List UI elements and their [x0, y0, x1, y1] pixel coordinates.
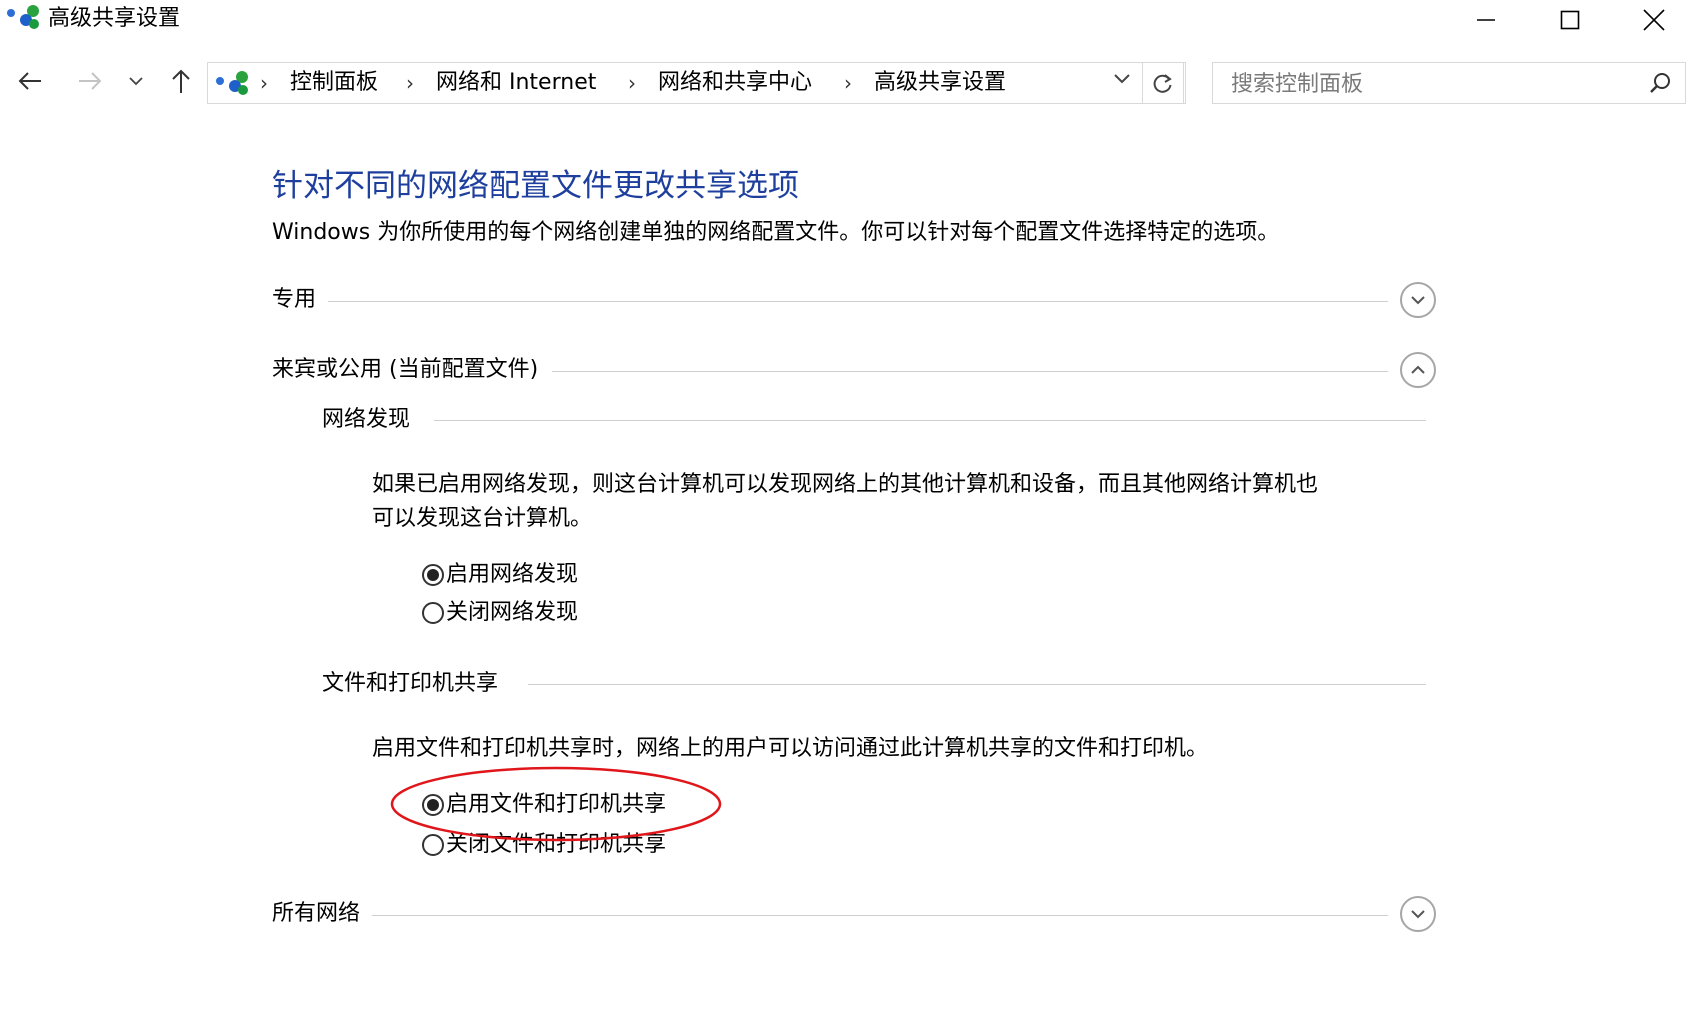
section-title-all-networks: 所有网络 — [272, 896, 373, 932]
radio-label: 启用网络发现 — [446, 562, 579, 587]
section-title-private: 专用 — [272, 282, 329, 318]
subsection-divider — [528, 684, 1426, 685]
minimize-icon — [1477, 19, 1495, 21]
network-app-icon — [7, 5, 39, 29]
subsection-network-discovery: 网络发现 — [322, 402, 1426, 438]
up-arrow-icon — [172, 69, 190, 93]
subsection-title-file-printer-sharing: 文件和打印机共享 — [322, 666, 513, 702]
page-title: 针对不同的网络配置文件更改共享选项 — [272, 168, 799, 204]
section-all-networks[interactable]: 所有网络 — [272, 896, 1436, 936]
section-divider — [312, 301, 1388, 302]
close-icon — [1643, 9, 1665, 31]
section-title-guest-public: 来宾或公用 (当前配置文件) — [272, 352, 551, 388]
network-discovery-description: 如果已启用网络发现，则这台计算机可以发现网络上的其他计算机和设备，而且其他网络计… — [372, 468, 1432, 536]
breadcrumb-network-sharing-center[interactable]: 网络和共享中心 — [658, 68, 812, 98]
radio-enable-network-discovery[interactable]: 启用网络发现 — [422, 558, 578, 592]
expand-button[interactable] — [1400, 282, 1436, 318]
forward-arrow-icon — [79, 72, 102, 90]
section-divider — [368, 915, 1388, 916]
radio-disable-network-discovery[interactable]: 关闭网络发现 — [422, 596, 578, 630]
advanced-sharing-settings-window: 高级共享设置 › 控制面板 › 网络和 Internet › 网络和共享中心 ›… — [0, 0, 1688, 1016]
radio-button[interactable] — [422, 834, 444, 856]
chevron-down-icon — [129, 77, 143, 86]
breadcrumb-separator-icon: › — [406, 71, 414, 95]
chevron-down-icon — [1411, 910, 1425, 919]
radio-label: 关闭文件和打印机共享 — [446, 832, 667, 857]
forward-button[interactable] — [74, 64, 106, 98]
window-title: 高级共享设置 — [48, 6, 181, 31]
search-icon[interactable] — [1649, 72, 1671, 94]
up-button[interactable] — [166, 64, 196, 98]
breadcrumb-network-internet[interactable]: 网络和 Internet — [436, 68, 596, 98]
breadcrumb-control-panel[interactable]: 控制面板 — [290, 68, 378, 98]
breadcrumb-separator-icon: › — [628, 71, 636, 95]
navigation-bar: › 控制面板 › 网络和 Internet › 网络和共享中心 › 高级共享设置 — [0, 58, 1688, 108]
subsection-divider — [434, 420, 1426, 421]
maximize-icon — [1560, 10, 1580, 30]
refresh-button[interactable] — [1142, 62, 1184, 104]
chevron-down-icon — [1411, 296, 1425, 305]
radio-enable-file-printer-sharing[interactable]: 启用文件和打印机共享 — [422, 788, 666, 822]
section-guest-public[interactable]: 来宾或公用 (当前配置文件) — [272, 352, 1436, 392]
network-discovery-text-line2: 可以发现这台计算机。 — [372, 506, 593, 531]
address-bar[interactable]: › 控制面板 › 网络和 Internet › 网络和共享中心 › 高级共享设置 — [207, 62, 1186, 104]
section-private[interactable]: 专用 — [272, 282, 1436, 322]
radio-label: 启用文件和打印机共享 — [446, 792, 667, 817]
radio-button-selected[interactable] — [422, 794, 444, 816]
breadcrumb-separator-icon: › — [260, 71, 268, 95]
page-description: Windows 为你所使用的每个网络创建单独的网络配置文件。你可以针对每个配置文… — [272, 220, 1280, 245]
breadcrumb-separator-icon: › — [844, 71, 852, 95]
search-input[interactable] — [1229, 63, 1633, 105]
subsection-title-network-discovery: 网络发现 — [322, 402, 425, 438]
network-discovery-text-line1: 如果已启用网络发现，则这台计算机可以发现网络上的其他计算机和设备，而且其他网络计… — [372, 472, 1319, 497]
search-box[interactable] — [1212, 62, 1686, 105]
minimize-button[interactable] — [1456, 0, 1516, 40]
network-location-icon — [216, 71, 248, 95]
radio-label: 关闭网络发现 — [446, 600, 579, 625]
recent-locations-button[interactable] — [124, 64, 148, 98]
radio-button[interactable] — [422, 602, 444, 624]
file-printer-sharing-description: 启用文件和打印机共享时，网络上的用户可以访问通过此计算机共享的文件和打印机。 — [372, 736, 1209, 761]
chevron-down-icon — [1114, 74, 1130, 84]
radio-disable-file-printer-sharing[interactable]: 关闭文件和打印机共享 — [422, 828, 666, 862]
close-button[interactable] — [1624, 0, 1684, 40]
radio-button-selected[interactable] — [422, 564, 444, 586]
expand-button[interactable] — [1400, 896, 1436, 932]
breadcrumb-advanced-sharing[interactable]: 高级共享设置 — [874, 68, 1006, 98]
section-divider — [552, 371, 1388, 372]
address-history-button[interactable] — [1108, 67, 1136, 91]
maximize-button[interactable] — [1540, 0, 1600, 40]
subsection-file-printer-sharing: 文件和打印机共享 — [322, 666, 1426, 702]
chevron-up-icon — [1411, 365, 1425, 374]
back-button[interactable] — [14, 64, 46, 98]
collapse-button[interactable] — [1400, 352, 1436, 388]
back-arrow-icon — [18, 72, 41, 90]
title-bar: 高级共享设置 — [0, 0, 1688, 40]
refresh-icon — [1153, 74, 1172, 93]
